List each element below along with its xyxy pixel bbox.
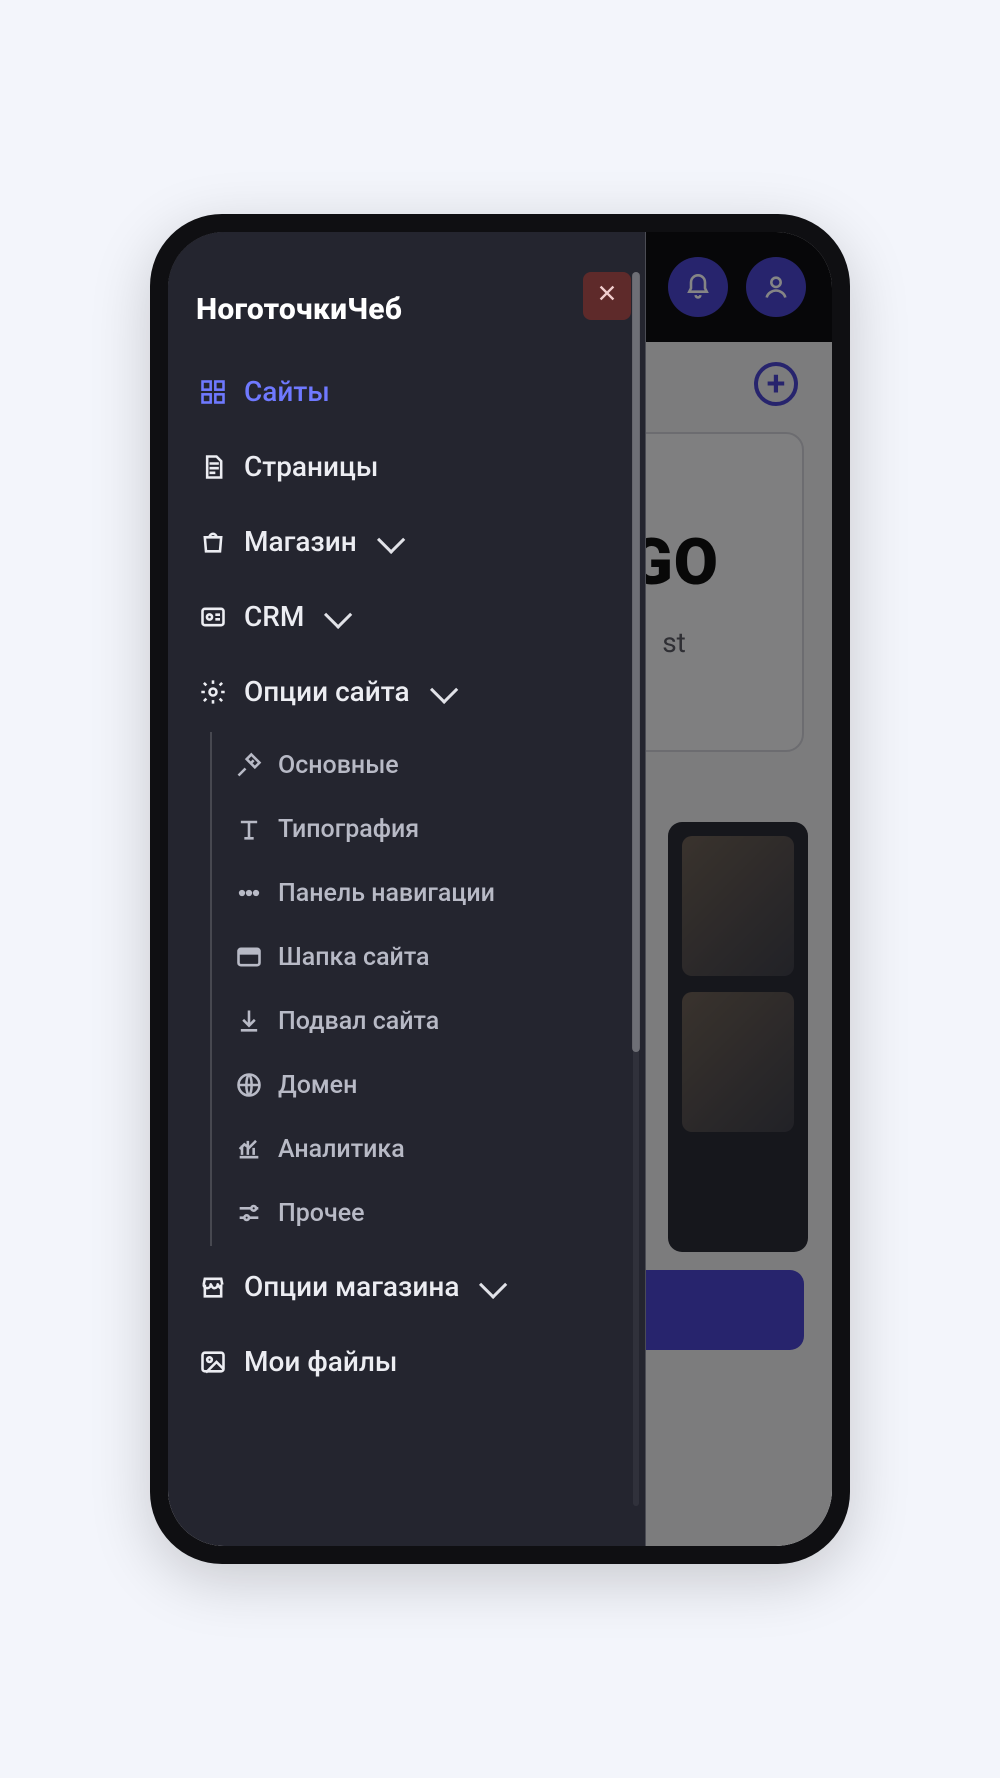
site-options-submenu: Основные Типография Панель навигации bbox=[210, 732, 625, 1246]
sub-item-domain[interactable]: Домен bbox=[232, 1054, 625, 1116]
nav-label: Подвал сайта bbox=[278, 1007, 439, 1036]
sub-item-typography[interactable]: Типография bbox=[232, 798, 625, 860]
drawer-nav: Сайты Страницы Магазин bbox=[192, 357, 625, 1396]
side-drawer: НоготочкиЧеб Сайты Страницы bbox=[168, 232, 646, 1546]
nav-item-site-options[interactable]: Опции сайта bbox=[192, 657, 625, 726]
sub-item-header[interactable]: Шапка сайта bbox=[232, 926, 625, 988]
close-icon bbox=[596, 281, 618, 311]
nav-label: Типография bbox=[278, 815, 419, 844]
nav-item-shop-options[interactable]: Опции магазина bbox=[192, 1252, 625, 1321]
chevron-down-icon bbox=[430, 675, 458, 703]
sub-item-analytics[interactable]: Аналитика bbox=[232, 1118, 625, 1180]
chevron-down-icon bbox=[479, 1270, 507, 1298]
nav-label: Опции сайта bbox=[244, 675, 410, 708]
site-title: НоготочкиЧеб bbox=[196, 292, 402, 327]
globe-icon bbox=[234, 1070, 264, 1100]
scrollbar-thumb[interactable] bbox=[632, 272, 640, 1052]
tools-icon bbox=[234, 750, 264, 780]
id-card-icon bbox=[198, 602, 228, 632]
nav-label: Шапка сайта bbox=[278, 943, 430, 972]
type-icon bbox=[234, 814, 264, 844]
shopping-bag-icon bbox=[198, 527, 228, 557]
nav-label: Опции магазина bbox=[244, 1270, 459, 1303]
download-icon bbox=[234, 1006, 264, 1036]
nav-label: Мои файлы bbox=[244, 1345, 397, 1378]
nav-label: Сайты bbox=[244, 375, 330, 408]
dots-icon bbox=[234, 878, 264, 908]
nav-label: Аналитика bbox=[278, 1135, 405, 1164]
sub-item-footer[interactable]: Подвал сайта bbox=[232, 990, 625, 1052]
nav-label: Прочее bbox=[278, 1199, 365, 1228]
screen: + GO st НоготочкиЧеб bbox=[168, 232, 832, 1546]
grid-icon bbox=[198, 377, 228, 407]
storefront-icon bbox=[198, 1272, 228, 1302]
phone-mockup: + GO st НоготочкиЧеб bbox=[150, 214, 850, 1564]
nav-item-crm[interactable]: CRM bbox=[192, 582, 625, 651]
nav-label: Домен bbox=[278, 1071, 357, 1100]
chevron-down-icon bbox=[324, 600, 352, 628]
drawer-header: НоготочкиЧеб bbox=[192, 292, 625, 357]
nav-label: Основные bbox=[278, 751, 399, 780]
chevron-down-icon bbox=[377, 525, 405, 553]
nav-item-sites[interactable]: Сайты bbox=[192, 357, 625, 426]
header-icon bbox=[234, 942, 264, 972]
gear-icon bbox=[198, 677, 228, 707]
sub-item-navpanel[interactable]: Панель навигации bbox=[232, 862, 625, 924]
nav-label: Страницы bbox=[244, 450, 378, 483]
sub-item-general[interactable]: Основные bbox=[232, 734, 625, 796]
sub-item-other[interactable]: Прочее bbox=[232, 1182, 625, 1244]
nav-item-pages[interactable]: Страницы bbox=[192, 432, 625, 501]
nav-label: Магазин bbox=[244, 525, 357, 558]
close-drawer-button[interactable] bbox=[583, 272, 631, 320]
nav-item-my-files[interactable]: Мои файлы bbox=[192, 1327, 625, 1396]
image-icon bbox=[198, 1347, 228, 1377]
nav-item-shop[interactable]: Магазин bbox=[192, 507, 625, 576]
nav-label: CRM bbox=[244, 600, 304, 633]
chart-icon bbox=[234, 1134, 264, 1164]
sliders-icon bbox=[234, 1198, 264, 1228]
nav-label: Панель навигации bbox=[278, 879, 495, 908]
document-icon bbox=[198, 452, 228, 482]
